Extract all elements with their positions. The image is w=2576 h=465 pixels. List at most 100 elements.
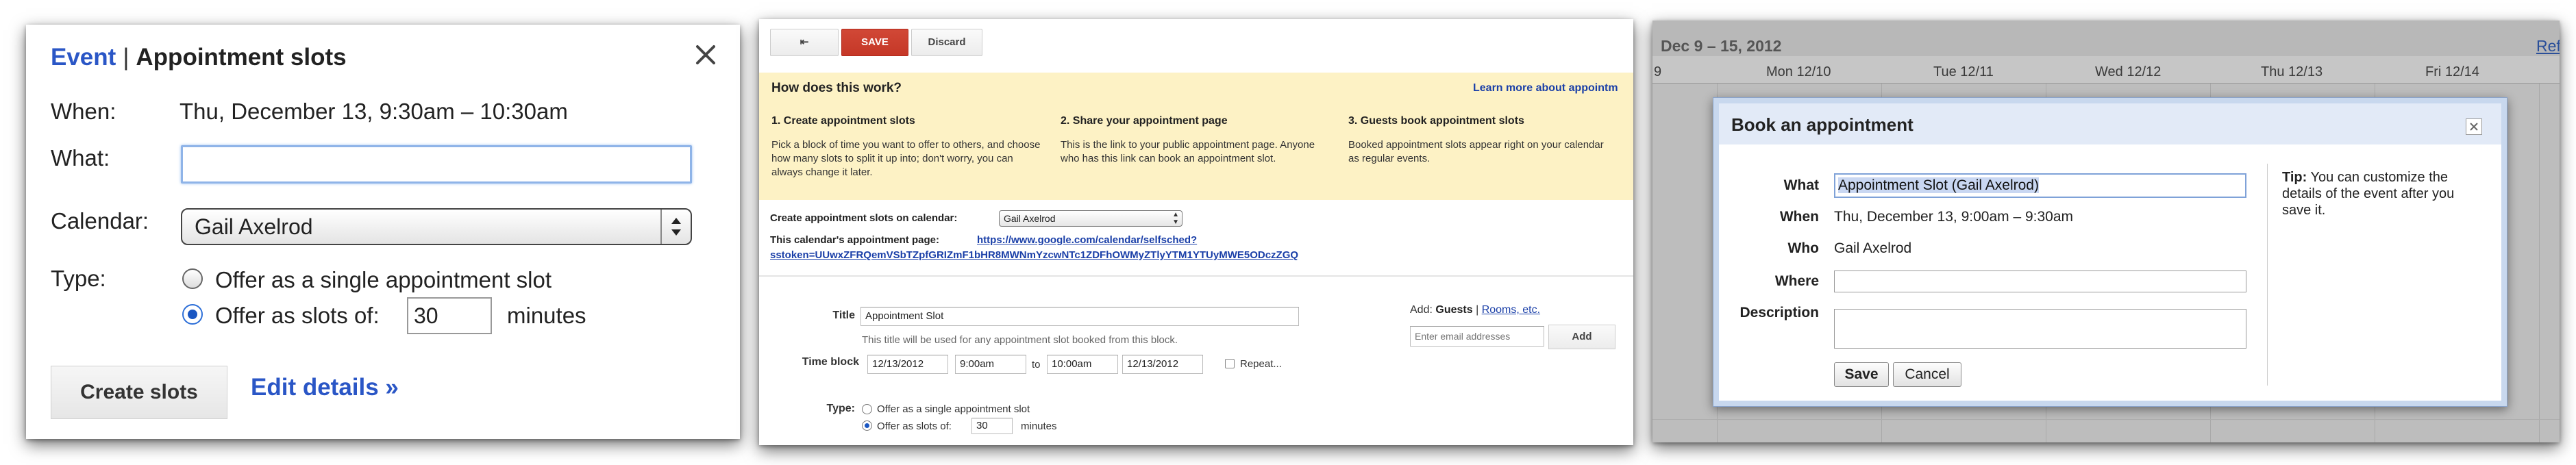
save-button[interactable]: SAVE: [841, 29, 908, 56]
title-hint: This title will be used for any appointm…: [862, 334, 1178, 346]
save-button[interactable]: Save: [1834, 362, 1889, 387]
slot-minutes-input[interactable]: 30: [971, 418, 1013, 434]
end-date-input[interactable]: 12/13/2012: [1122, 355, 1203, 374]
dialog-title-bar: Book an appointment: [1719, 103, 2501, 144]
guests-tab[interactable]: Guests: [1435, 304, 1472, 316]
description-textarea[interactable]: [1834, 309, 2246, 349]
discard-button[interactable]: Discard: [911, 29, 982, 56]
appointment-edit-page: ⇤ SAVE Discard How does this work? Learn…: [759, 19, 1633, 445]
calendar-select[interactable]: Gail Axelrod ▲ ▼: [999, 210, 1182, 227]
title-label: Title: [832, 310, 855, 321]
refresh-link[interactable]: Ref: [2536, 37, 2560, 55]
repeat-checkbox[interactable]: [1225, 359, 1235, 368]
booking-calendar-view: Dec 9 – 15, 2012 Ref 9 Mon 12/10 Tue 12/…: [1652, 21, 2560, 442]
to-label: to: [1032, 359, 1041, 370]
when-label: When: [1779, 209, 1819, 225]
type-label: Type:: [826, 403, 855, 414]
day-header-thu: Thu 12/13: [2261, 64, 2323, 79]
tip-body: You can customize the details of the eve…: [2282, 170, 2455, 218]
how-it-works-box: How does this work? Learn more about app…: [759, 73, 1633, 200]
single-slot-radio[interactable]: [182, 268, 203, 289]
grid-line: [1652, 419, 2560, 420]
tip-text: Tip: You can customize the details of th…: [2282, 169, 2481, 218]
when-value: Thu, December 13, 9:00am – 9:30am: [1834, 209, 2074, 225]
day-header-tue: Tue 12/11: [1933, 64, 1994, 79]
when-label: When:: [51, 99, 116, 124]
add-separator: |: [1476, 304, 1479, 316]
appointment-page-link-cont[interactable]: sstoken=UUwxZFRQemVSbTZpfGRIZmF1bHR8MWNm…: [770, 249, 1298, 261]
multiple-slots-label: Offer as slots of:: [877, 420, 952, 432]
day-header-partial: 9: [1654, 64, 1662, 79]
calendar-label: Calendar:: [51, 208, 149, 234]
minutes-label: minutes: [1021, 420, 1057, 432]
edit-details-link[interactable]: Edit details »: [251, 374, 399, 401]
multiple-slots-radio[interactable]: [182, 304, 203, 325]
who-value: Gail Axelrod: [1834, 240, 1912, 256]
screenshot-stage: Event | Appointment slots When: Thu, Decem…: [0, 0, 2576, 465]
where-input[interactable]: [1834, 271, 2246, 292]
minutes-label: minutes: [507, 303, 586, 328]
date-range: Dec 9 – 15, 2012: [1661, 37, 1782, 55]
multiple-slots-label: Offer as slots of:: [215, 303, 380, 328]
what-input-value: Appointment Slot (Gail Axelrod): [1838, 177, 2039, 193]
what-label: What: [1783, 177, 1819, 193]
single-slot-label: Offer as a single appointment slot: [215, 267, 552, 292]
title-input[interactable]: Appointment Slot: [860, 307, 1299, 326]
end-time-input[interactable]: 10:00am: [1047, 355, 1118, 374]
calendar-select-value: Gail Axelrod: [195, 214, 313, 239]
single-slot-label: Offer as a single appointment slot: [877, 403, 1030, 415]
what-label: What:: [51, 145, 110, 171]
how-title: How does this work?: [771, 81, 902, 95]
who-label: Who: [1787, 240, 1819, 256]
tip-label: Tip:: [2282, 170, 2307, 185]
start-date-input[interactable]: 12/13/2012: [867, 355, 948, 374]
bubble-title: Event | Appointment slots: [51, 44, 347, 71]
where-label: Where: [1774, 273, 1819, 289]
grid-line: [2539, 84, 2540, 442]
description-label: Description: [1739, 305, 1819, 321]
single-slot-radio[interactable]: [862, 404, 872, 414]
step-2-text: This is the link to your public appointm…: [1061, 139, 1315, 164]
calendar-header: [1652, 21, 2560, 56]
multiple-slots-radio[interactable]: [862, 420, 872, 431]
updown-arrows-icon: ▲ ▼: [1172, 211, 1179, 226]
back-button[interactable]: ⇤: [770, 29, 839, 56]
step-2-title: 2. Share your appointment page: [1061, 115, 1228, 127]
what-input[interactable]: Appointment Slot (Gail Axelrod): [1834, 173, 2246, 198]
slot-minutes-input[interactable]: 30: [407, 297, 492, 334]
dialog-vertical-divider: [2267, 164, 2268, 386]
type-label: Type:: [51, 266, 106, 291]
guest-email-input[interactable]: [1410, 326, 1544, 347]
time-block-label: Time block: [802, 356, 859, 368]
rooms-link[interactable]: Rooms, etc.: [1482, 304, 1540, 316]
add-label: Add:: [1410, 304, 1433, 316]
what-input[interactable]: [181, 145, 692, 184]
create-slots-button[interactable]: Create slots: [51, 366, 227, 419]
appointment-slots-tab[interactable]: Appointment slots: [136, 44, 346, 71]
appointment-slots-bubble: Event | Appointment slots When: Thu, Decem…: [26, 25, 740, 439]
close-icon[interactable]: [2466, 118, 2482, 135]
create-on-calendar-label: Create appointment slots on calendar:: [770, 212, 958, 224]
learn-more-link[interactable]: Learn more about appointm: [1473, 82, 1618, 95]
appointment-page-link[interactable]: https://www.google.com/calendar/selfsche…: [977, 234, 1197, 246]
repeat-label: Repeat...: [1240, 358, 1282, 370]
day-header-mon: Mon 12/10: [1766, 64, 1831, 79]
day-header-fri: Fri 12/14: [2425, 64, 2479, 79]
close-icon[interactable]: [691, 40, 721, 70]
dialog-title: Book an appointment: [1731, 114, 1914, 135]
start-time-input[interactable]: 9:00am: [955, 355, 1026, 374]
add-guest-button[interactable]: Add: [1548, 325, 1615, 349]
updown-arrows-icon: [660, 210, 691, 244]
back-arrow-icon: ⇤: [800, 36, 809, 48]
when-value: Thu, December 13, 9:30am – 10:30am: [179, 99, 568, 124]
title-separator: |: [123, 44, 129, 71]
dialog-body: Book an appointment What Appointment Slo…: [1719, 103, 2501, 401]
cancel-button[interactable]: Cancel: [1893, 362, 1961, 387]
event-tab-link[interactable]: Event: [51, 44, 116, 71]
calendar-select[interactable]: Gail Axelrod: [181, 208, 692, 245]
calendar-select-value: Gail Axelrod: [1004, 213, 1056, 224]
book-appointment-dialog: Book an appointment What Appointment Slo…: [1713, 97, 2507, 407]
appointment-page-label: This calendar's appointment page:: [770, 234, 939, 246]
add-row-label: Add: Guests | Rooms, etc.: [1410, 304, 1540, 316]
step-1-title: 1. Create appointment slots: [771, 115, 915, 127]
